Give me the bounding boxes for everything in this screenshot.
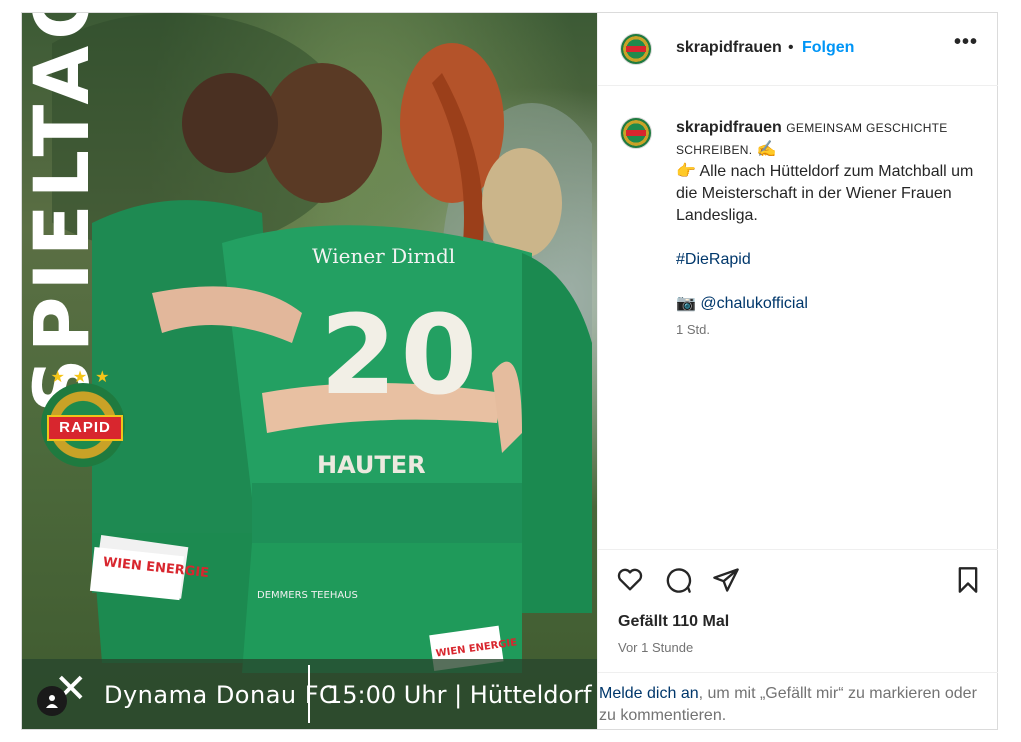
photographer-mention[interactable]: @chalukofficial — [700, 295, 808, 312]
post-caption: skrapidfrauen GEMEINSAM GESCHICHTE SCHRE… — [676, 117, 976, 339]
shorts-sponsor-center: DEMMERS TEEHAUS — [257, 590, 358, 601]
post-sidebar: skrapidfrauen • Folgen ••• skrapidfrauen… — [597, 13, 998, 729]
login-link[interactable]: Melde dich an — [599, 685, 699, 702]
comment-icon[interactable] — [664, 566, 692, 594]
account-avatar[interactable] — [620, 33, 652, 65]
user-tag-icon[interactable] — [37, 686, 67, 716]
more-options-icon[interactable]: ••• — [954, 31, 978, 54]
rapid-club-logo: RAPID — [41, 383, 125, 467]
writing-hand-icon: ✍ — [756, 141, 777, 158]
share-icon[interactable] — [712, 566, 740, 594]
bookmark-icon[interactable] — [954, 566, 982, 594]
hashtag-link[interactable]: #DieRapid — [676, 249, 976, 271]
match-time-location: 15:00 Uhr | Hütteldorf — [327, 681, 592, 709]
match-name: Dynama Donau FC — [104, 681, 337, 709]
match-info-bar: ✕ Dynama Donau FC 15:00 Uhr | Hütteldorf — [22, 659, 597, 729]
chest-sponsor-text: Wiener Dirndl — [312, 244, 455, 268]
likes-count[interactable]: Gefällt 110 Mal — [618, 613, 729, 631]
action-bar — [598, 549, 998, 610]
vertical-title: SPIELTAG — [22, 13, 106, 413]
caption-text: Alle nach Hütteldorf zum Matchball um di… — [676, 163, 974, 224]
post-header: skrapidfrauen • Folgen ••• — [598, 13, 998, 86]
divider — [308, 665, 310, 723]
pointing-hand-icon: 👉 — [676, 163, 696, 180]
club-badge-text: RAPID — [47, 415, 123, 441]
caption-timestamp: 1 Std. — [676, 322, 710, 337]
login-prompt: Melde dich an, um mit „Gefällt mir“ zu m… — [598, 672, 998, 730]
caption-username[interactable]: skrapidfrauen — [676, 119, 782, 136]
header-username[interactable]: skrapidfrauen — [676, 39, 782, 57]
players-illustration: Wiener Dirndl 20 HAUTER WIEN ENERGIE DEM… — [52, 13, 592, 673]
post-image[interactable]: Wiener Dirndl 20 HAUTER WIEN ENERGIE DEM… — [22, 13, 597, 729]
heart-icon[interactable] — [616, 566, 644, 594]
posted-time: Vor 1 Stunde — [618, 640, 694, 655]
jersey-number: 20 — [320, 291, 481, 419]
camera-icon: 📷 — [676, 295, 696, 312]
header-separator: • — [788, 39, 794, 56]
instagram-post-card: Wiener Dirndl 20 HAUTER WIEN ENERGIE DEM… — [21, 12, 998, 730]
follow-button[interactable]: Folgen — [802, 39, 854, 57]
caption-avatar[interactable] — [620, 117, 652, 149]
jersey-name: HAUTER — [317, 451, 426, 479]
user-icon — [46, 695, 58, 708]
